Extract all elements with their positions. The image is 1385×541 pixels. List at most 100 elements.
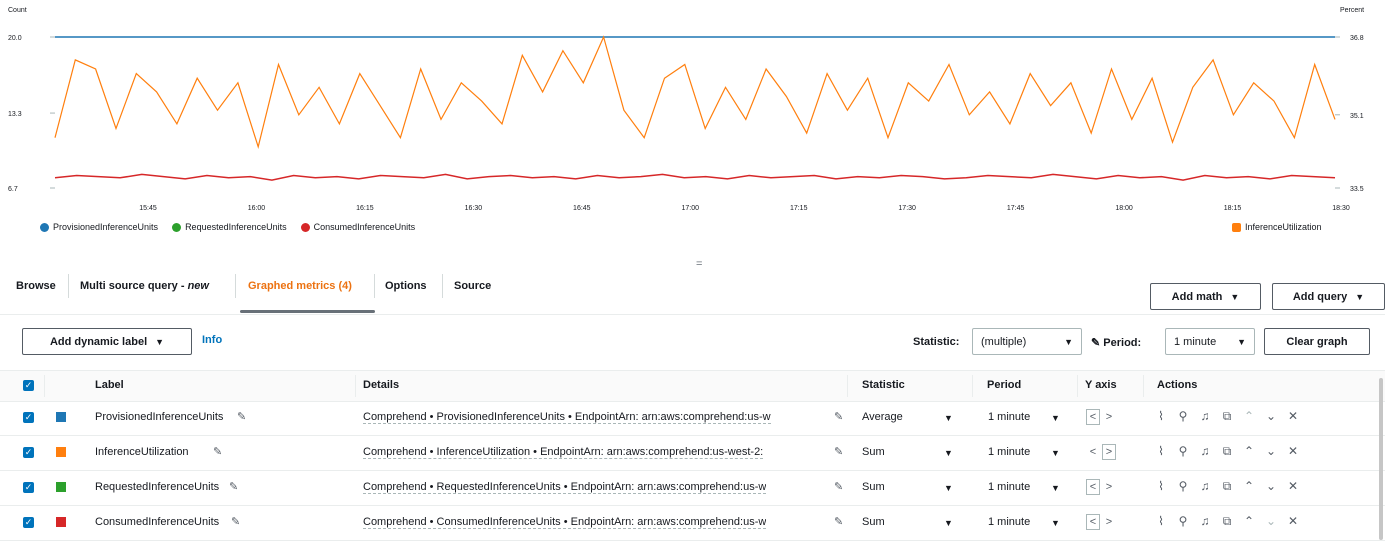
tab-source[interactable]: Source (454, 280, 491, 292)
remove-icon[interactable]: ✕ (1282, 444, 1304, 459)
move-down-icon[interactable]: ⌄ (1260, 444, 1282, 459)
edit-label-pencil-icon[interactable]: ✎ (229, 480, 238, 493)
column-header-yaxis[interactable]: Y axis (1085, 379, 1117, 391)
row-checkbox[interactable]: ✓ (23, 517, 34, 528)
row-details[interactable]: Comprehend • ProvisionedInferenceUnits •… (363, 411, 771, 424)
row-checkbox[interactable]: ✓ (23, 482, 34, 493)
legend-label-utilization[interactable]: InferenceUtilization (1245, 222, 1322, 232)
add-query-button[interactable]: Add query ▼ (1272, 283, 1385, 310)
y-axis-right-button[interactable]: > (1102, 479, 1116, 495)
move-up-icon[interactable]: ⌃ (1238, 409, 1260, 424)
x-ticks: 15:45 16:00 16:15 16:30 16:45 17:00 17:15 17:30… (139, 205, 1350, 212)
tab-browse[interactable]: Browse (16, 280, 56, 292)
info-link[interactable]: Info (202, 334, 222, 346)
caret-down-icon[interactable]: ▼ (1051, 413, 1060, 423)
series-color-swatch[interactable] (56, 517, 66, 527)
table-scrollbar[interactable] (1379, 378, 1383, 540)
edit-details-pencil-icon[interactable]: ✎ (834, 445, 843, 458)
y-axis-left-button[interactable]: < (1086, 514, 1100, 530)
caret-down-icon[interactable]: ▼ (944, 518, 953, 528)
row-details[interactable]: Comprehend • InferenceUtilization • Endp… (363, 446, 764, 459)
legend-right: InferenceUtilization (1232, 222, 1322, 232)
row-statistic[interactable]: Sum (862, 516, 885, 528)
row-period[interactable]: 1 minute (988, 411, 1030, 423)
move-down-icon[interactable]: ⌄ (1260, 514, 1282, 529)
statistic-select[interactable]: (multiple) ▼ (972, 328, 1082, 355)
legend-label-requested[interactable]: RequestedInferenceUnits (185, 222, 287, 232)
y-axis-right-button[interactable]: > (1102, 514, 1116, 530)
remove-icon[interactable]: ✕ (1282, 409, 1304, 424)
alarm-bell-icon[interactable]: ♫ (1194, 444, 1216, 459)
edit-label-pencil-icon[interactable]: ✎ (231, 515, 240, 528)
series-color-swatch[interactable] (56, 412, 66, 422)
y-axis-right-button[interactable]: > (1102, 409, 1116, 425)
column-separator (847, 375, 848, 397)
add-dynamic-label-button[interactable]: Add dynamic label ▼ (22, 328, 192, 355)
caret-down-icon[interactable]: ▼ (1051, 518, 1060, 528)
remove-icon[interactable]: ✕ (1282, 514, 1304, 529)
alarm-bell-icon[interactable]: ♫ (1194, 409, 1216, 424)
select-all-checkbox[interactable]: ✓ (23, 380, 34, 391)
column-header-statistic[interactable]: Statistic (862, 379, 905, 391)
duplicate-icon[interactable]: ⧉ (1216, 514, 1238, 529)
column-header-details[interactable]: Details (363, 379, 399, 391)
legend-label-provisioned[interactable]: ProvisionedInferenceUnits (53, 222, 158, 232)
y-axis-left-button[interactable]: < (1086, 479, 1100, 495)
row-statistic[interactable]: Average (862, 411, 903, 423)
row-period[interactable]: 1 minute (988, 481, 1030, 493)
row-statistic[interactable]: Sum (862, 446, 885, 458)
edit-details-pencil-icon[interactable]: ✎ (834, 480, 843, 493)
period-select[interactable]: 1 minute ▼ (1165, 328, 1255, 355)
search-icon[interactable]: ⚲ (1172, 444, 1194, 459)
caret-down-icon[interactable]: ▼ (1051, 448, 1060, 458)
alarm-bell-icon[interactable]: ♫ (1194, 514, 1216, 529)
search-icon[interactable]: ⚲ (1172, 409, 1194, 424)
tab-multi-source-query[interactable]: Multi source query - new (80, 280, 209, 292)
graph-type-icon[interactable]: ⌇ (1150, 514, 1172, 529)
tab-graphed-metrics[interactable]: Graphed metrics (4) (248, 280, 352, 292)
move-down-icon[interactable]: ⌄ (1260, 479, 1282, 494)
duplicate-icon[interactable]: ⧉ (1216, 409, 1238, 424)
series-color-swatch[interactable] (56, 482, 66, 492)
graph-type-icon[interactable]: ⌇ (1150, 409, 1172, 424)
row-period[interactable]: 1 minute (988, 446, 1030, 458)
caret-down-icon[interactable]: ▼ (944, 483, 953, 493)
row-period[interactable]: 1 minute (988, 516, 1030, 528)
caret-down-icon[interactable]: ▼ (944, 413, 953, 423)
row-details[interactable]: Comprehend • ConsumedInferenceUnits • En… (363, 516, 767, 529)
move-up-icon[interactable]: ⌃ (1238, 514, 1260, 529)
legend-dot-consumed (300, 222, 310, 232)
remove-icon[interactable]: ✕ (1282, 479, 1304, 494)
row-checkbox[interactable]: ✓ (23, 412, 34, 423)
add-math-button[interactable]: Add math ▼ (1150, 283, 1261, 310)
legend-label-consumed[interactable]: ConsumedInferenceUnits (314, 222, 416, 232)
duplicate-icon[interactable]: ⧉ (1216, 479, 1238, 494)
row-statistic[interactable]: Sum (862, 481, 885, 493)
move-up-icon[interactable]: ⌃ (1238, 444, 1260, 459)
edit-label-pencil-icon[interactable]: ✎ (237, 410, 246, 423)
y-axis-left-button[interactable]: < (1086, 444, 1100, 460)
alarm-bell-icon[interactable]: ♫ (1194, 479, 1216, 494)
graph-type-icon[interactable]: ⌇ (1150, 444, 1172, 459)
clear-graph-button[interactable]: Clear graph (1264, 328, 1370, 355)
column-header-period[interactable]: Period (987, 379, 1021, 391)
tab-separator (442, 274, 443, 298)
series-color-swatch[interactable] (56, 447, 66, 457)
edit-details-pencil-icon[interactable]: ✎ (834, 515, 843, 528)
move-down-icon[interactable]: ⌄ (1260, 409, 1282, 424)
edit-details-pencil-icon[interactable]: ✎ (834, 410, 843, 423)
column-header-label[interactable]: Label (95, 379, 124, 391)
duplicate-icon[interactable]: ⧉ (1216, 444, 1238, 459)
search-icon[interactable]: ⚲ (1172, 514, 1194, 529)
edit-label-pencil-icon[interactable]: ✎ (213, 445, 222, 458)
caret-down-icon[interactable]: ▼ (1051, 483, 1060, 493)
graph-type-icon[interactable]: ⌇ (1150, 479, 1172, 494)
y-axis-right-button[interactable]: > (1102, 444, 1116, 460)
row-checkbox[interactable]: ✓ (23, 447, 34, 458)
tab-options[interactable]: Options (385, 280, 427, 292)
search-icon[interactable]: ⚲ (1172, 479, 1194, 494)
caret-down-icon[interactable]: ▼ (944, 448, 953, 458)
y-axis-left-button[interactable]: < (1086, 409, 1100, 425)
row-details[interactable]: Comprehend • RequestedInferenceUnits • E… (363, 481, 767, 494)
move-up-icon[interactable]: ⌃ (1238, 479, 1260, 494)
